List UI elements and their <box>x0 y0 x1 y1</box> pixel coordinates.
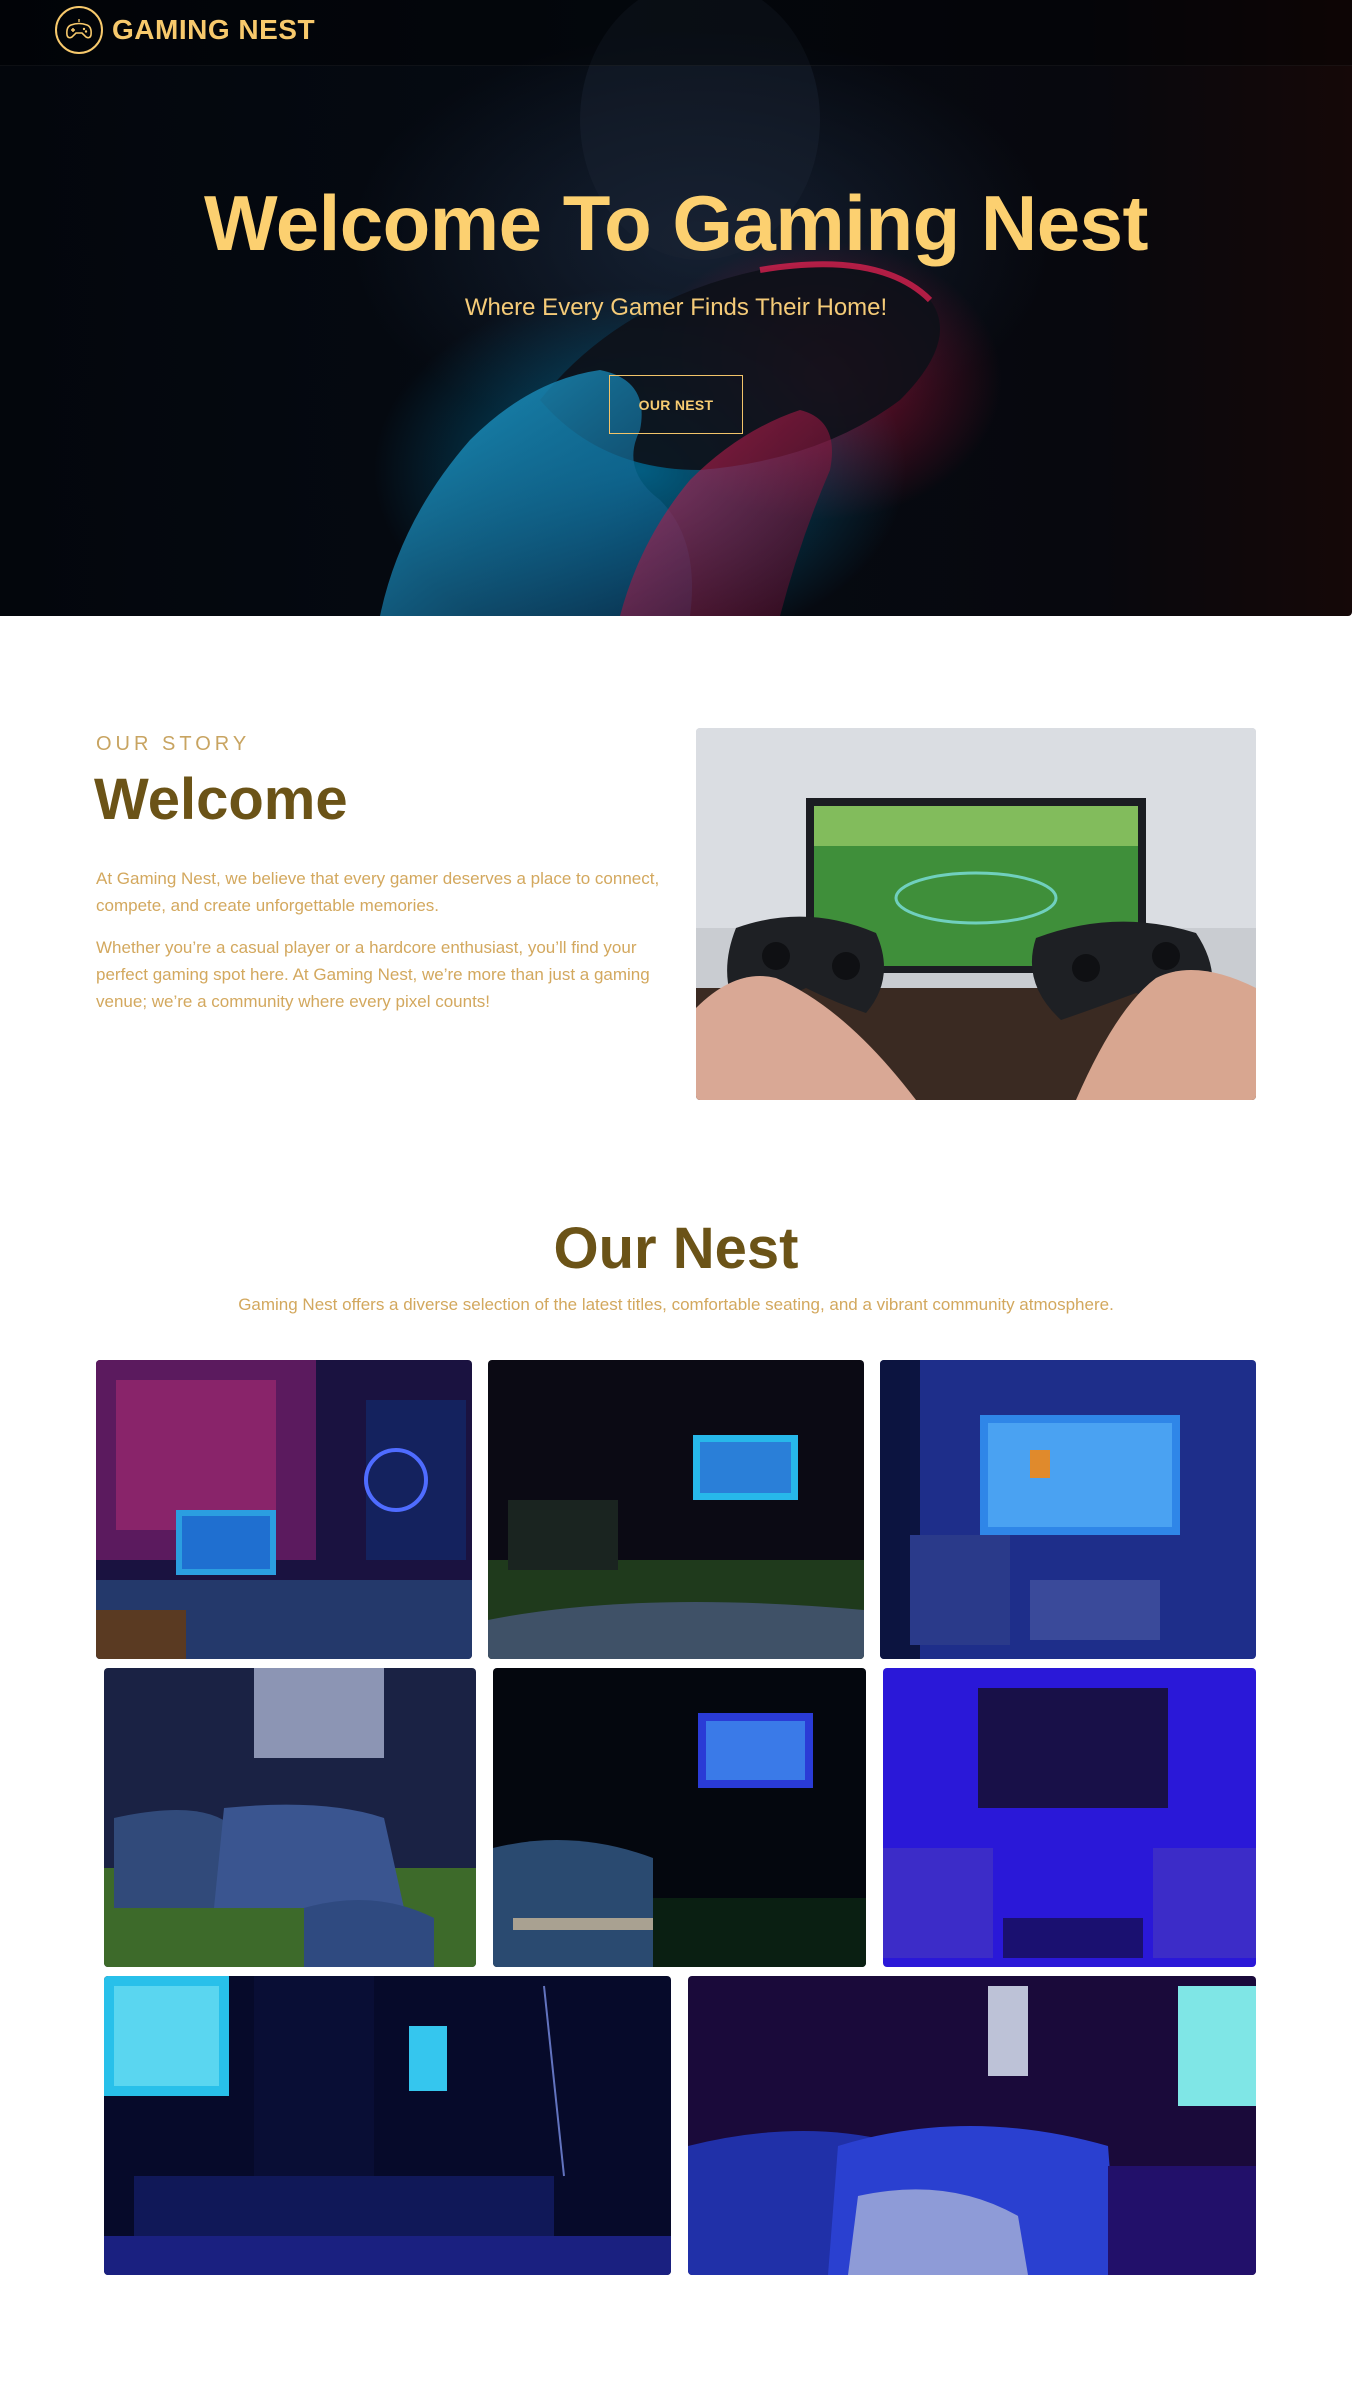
story-paragraph: Whether you’re a casual player or a hard… <box>96 938 650 1011</box>
hero-section: GAMING NEST Welcome To Gaming Nest Where… <box>0 0 1352 616</box>
gallery-photo[interactable] <box>880 1360 1256 1659</box>
gallery-photo[interactable] <box>883 1668 1256 1967</box>
our-nest-button[interactable]: OUR NEST <box>609 375 743 434</box>
brand[interactable]: GAMING NEST <box>55 6 315 54</box>
navbar: GAMING NEST <box>0 0 1352 66</box>
gallery-photo[interactable] <box>688 1976 1256 2275</box>
story-eyebrow: OUR STORY <box>96 733 251 755</box>
controllers-photo <box>696 728 1256 1100</box>
gallery-photo[interactable] <box>488 1360 864 1659</box>
gallery-photo[interactable] <box>96 1360 472 1659</box>
gallery-photo[interactable] <box>104 1668 476 1967</box>
gallery-photo[interactable] <box>493 1668 866 1967</box>
gamepad-icon <box>55 6 103 54</box>
story-paragraph: At Gaming Nest, we believe that every ga… <box>96 869 660 915</box>
hero-title: Welcome To Gaming Nest <box>204 179 1148 267</box>
gallery-photo[interactable] <box>104 1976 671 2275</box>
nest-heading: Our Nest <box>553 1216 799 1281</box>
brand-name: GAMING NEST <box>112 14 316 45</box>
nest-description: Gaming Nest offers a diverse selection o… <box>238 1295 1114 1314</box>
hero-subtitle: Where Every Gamer Finds Their Home! <box>464 294 888 321</box>
story-heading: Welcome <box>94 767 348 832</box>
page: GAMING NEST Welcome To Gaming Nest Where… <box>0 0 1352 2387</box>
